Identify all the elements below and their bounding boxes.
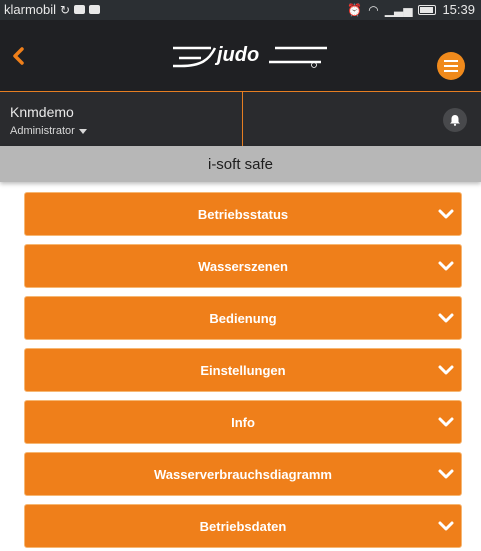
section-betriebsstatus[interactable]: Betriebsstatus (24, 192, 462, 236)
section-wasserszenen[interactable]: Wasserszenen (24, 244, 462, 288)
section-bedienung[interactable]: Bedienung (24, 296, 462, 340)
section-label: Info (231, 414, 255, 430)
user-name: Knmdemo (10, 104, 74, 120)
chevron-down-icon (438, 261, 454, 271)
menu-button[interactable] (437, 52, 465, 80)
chevron-down-icon (438, 313, 454, 323)
back-button[interactable] (6, 44, 30, 68)
page-title-bar: i-soft safe (0, 146, 481, 182)
section-label: Einstellungen (200, 362, 286, 378)
section-label: Betriebsdaten (199, 518, 287, 534)
notifications-button[interactable] (443, 108, 467, 132)
section-betriebsdaten[interactable]: Betriebsdaten (24, 504, 462, 548)
section-info[interactable]: Info (24, 400, 462, 444)
status-time: 15:39 (442, 2, 475, 17)
bell-icon (450, 115, 460, 126)
section-wasserverbrauchsdiagramm[interactable]: Wasserverbrauchsdiagramm (24, 452, 462, 496)
judo-logo: judo (173, 44, 327, 68)
chevron-down-icon (438, 417, 454, 427)
video-icon (74, 5, 86, 14)
caret-down-icon (78, 128, 87, 134)
section-einstellungen[interactable]: Einstellungen (24, 348, 462, 392)
mail-icon (89, 5, 101, 14)
app-header: judo (0, 20, 481, 92)
carrier-name: klarmobil (4, 2, 57, 17)
section-label: Wasserverbrauchsdiagramm (154, 466, 332, 482)
section-label: Bedienung (209, 310, 277, 326)
chevron-down-icon (438, 469, 454, 479)
section-label: Betriebsstatus (197, 206, 289, 222)
signal-icon: ▁▃▅ (384, 2, 413, 17)
hamburger-icon (444, 60, 458, 72)
section-label: Wasserszenen (198, 258, 288, 274)
user-info: Knmdemo Administrator (0, 92, 243, 146)
page-title: i-soft safe (207, 155, 274, 173)
user-bar: Knmdemo Administrator (0, 92, 481, 146)
chevron-down-icon (438, 521, 454, 531)
sync-icon: ↻ (60, 2, 71, 17)
alarm-icon: ⏰ (347, 2, 363, 17)
status-bar-left: klarmobil ↻ (4, 2, 101, 17)
status-bar: klarmobil ↻ ⏰ ◠ ▁▃▅ 15:39 (0, 0, 481, 20)
chevron-down-icon (438, 209, 454, 219)
wifi-icon: ◠ (368, 2, 379, 17)
status-bar-right: ⏰ ◠ ▁▃▅ 15:39 (347, 2, 475, 17)
user-role-label: Administrator (10, 125, 75, 137)
user-role-dropdown[interactable]: Administrator (10, 125, 87, 137)
battery-icon (418, 4, 437, 15)
logo-text: judo (214, 44, 259, 66)
chevron-down-icon (438, 365, 454, 375)
chevron-left-icon (13, 47, 24, 65)
